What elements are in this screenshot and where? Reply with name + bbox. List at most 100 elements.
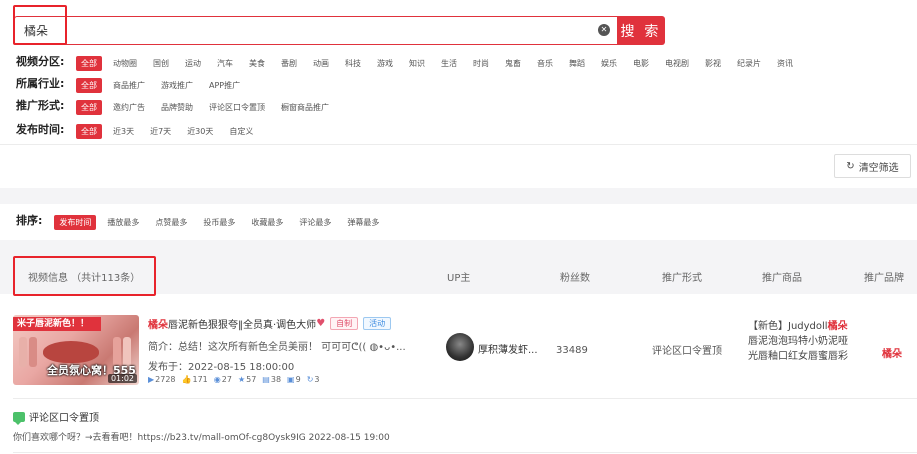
promo-form-value: 评论区口令置顶: [652, 346, 722, 357]
divider: [0, 144, 917, 145]
video-thumbnail[interactable]: 米子唇泥新色！！ 全员氛心窝！555 01:02: [13, 315, 139, 385]
promo-option[interactable]: 评论区口令置顶: [204, 100, 270, 115]
search-input[interactable]: [14, 16, 617, 45]
clear-search-icon[interactable]: ✕: [598, 24, 610, 36]
industry-option[interactable]: APP推广: [204, 78, 245, 93]
stat-share: ↻3: [306, 375, 320, 384]
goods-keyword: 橘朵: [827, 321, 848, 332]
zone-option[interactable]: 动画: [308, 56, 334, 71]
zone-option[interactable]: 国创: [148, 56, 174, 71]
zone-option[interactable]: 电影: [628, 56, 654, 71]
filter-publish-time: 发布时间: 全部 近3天 近7天 近30天 自定义: [16, 121, 264, 139]
brand-name: 橘朵: [882, 349, 902, 360]
share-icon: ↻: [306, 375, 314, 384]
zone-option[interactable]: 美食: [244, 56, 270, 71]
header-highlight-box: [13, 256, 156, 296]
video-title[interactable]: 橘朵 唇泥新色狠狠夸‖全员真·调色大师 ♥ 自制 活动: [148, 316, 392, 331]
tag-self-made: 自制: [330, 317, 359, 330]
zone-option[interactable]: 番剧: [276, 56, 302, 71]
industry-option[interactable]: 全部: [76, 78, 102, 93]
filter-label: 视频分区:: [16, 55, 65, 68]
time-option[interactable]: 近7天: [145, 124, 176, 139]
divider: [13, 398, 917, 399]
like-icon: 👍: [181, 375, 192, 384]
stat-like: 👍171: [181, 375, 208, 384]
divider: [13, 452, 917, 453]
danmaku-icon: ▤: [262, 375, 270, 384]
coin-icon: ◉: [213, 375, 221, 384]
stat-fav: ★57: [237, 375, 257, 384]
heart-icon: ♥: [316, 318, 326, 329]
stat-danmaku: ▤38: [262, 375, 282, 384]
promo-option[interactable]: 邀约广告: [108, 100, 150, 115]
video-stats: ▶2728 👍171 ◉27 ★57 ▤38 ▣9 ↻3: [148, 375, 320, 384]
zone-option[interactable]: 舞蹈: [564, 56, 590, 71]
refresh-icon: ↻: [846, 160, 855, 172]
sort-option[interactable]: 播放最多: [102, 215, 144, 230]
star-icon: ★: [237, 375, 246, 384]
zone-option[interactable]: 汽车: [212, 56, 238, 71]
zone-option[interactable]: 科技: [340, 56, 366, 71]
title-keyword: 橘朵: [148, 320, 168, 331]
title-text: 唇泥新色狠狠夸‖全员真·调色大师: [168, 320, 317, 331]
zone-option[interactable]: 鬼畜: [500, 56, 526, 71]
time-option[interactable]: 自定义: [224, 124, 258, 139]
section-gap: [0, 240, 917, 256]
comment-icon: ▣: [287, 375, 295, 384]
tag-activity: 活动: [363, 317, 392, 330]
filter-label: 所属行业:: [16, 77, 65, 90]
zone-option[interactable]: 游戏: [372, 56, 398, 71]
play-icon: ▶: [148, 375, 155, 384]
pinned-comment-body: 你们喜欢哪个呀？→去看看吧！https://b23.tv/mall-omOf-c…: [13, 433, 390, 443]
zone-option[interactable]: 纪录片: [732, 56, 766, 71]
video-duration: 01:02: [107, 374, 137, 383]
publish-time: 发布于：2022-08-15 18:00:00: [148, 362, 295, 373]
sort-option[interactable]: 弹幕最多: [342, 215, 384, 230]
promo-option[interactable]: 全部: [76, 100, 102, 115]
section-gap: [0, 188, 917, 204]
zone-option[interactable]: 动物圈: [108, 56, 142, 71]
pinned-comment-label: 评论区口令置顶: [29, 413, 99, 424]
filter-label: 发布时间:: [16, 123, 65, 136]
search-button[interactable]: 搜 索: [617, 16, 665, 45]
time-option[interactable]: 近3天: [108, 124, 139, 139]
search-highlight-box: [13, 5, 67, 45]
promo-option[interactable]: 橱窗商品推广: [276, 100, 334, 115]
up-name[interactable]: 厚积薄发虾...: [478, 341, 538, 356]
video-description: 简介：总结！这次所有新色全员美丽！ 可可可ᕦ(( ◍•ᴗ•...: [148, 342, 406, 353]
search-bar: ✕ 搜 索: [14, 16, 665, 45]
zone-option[interactable]: 时尚: [468, 56, 494, 71]
zone-option[interactable]: 资讯: [772, 56, 798, 71]
lipstick-tube: [29, 337, 37, 367]
col-promo-form: 推广形式: [662, 273, 702, 284]
zone-option[interactable]: 音乐: [532, 56, 558, 71]
zone-option[interactable]: 全部: [76, 56, 102, 71]
sort-option[interactable]: 评论最多: [294, 215, 336, 230]
zone-option[interactable]: 生活: [436, 56, 462, 71]
industry-option[interactable]: 商品推广: [108, 78, 150, 93]
stat-comment: ▣9: [287, 375, 301, 384]
zone-option[interactable]: 知识: [404, 56, 430, 71]
goods-prefix: 【新色】Judydoll: [748, 321, 828, 332]
goods-name[interactable]: 【新色】Judydoll橘朵唇泥泡泡玛特小奶泥哑光唇釉口红女唇蜜唇彩: [748, 319, 848, 364]
sort-option[interactable]: 发布时间: [54, 215, 97, 230]
fans-count: 33489: [556, 345, 588, 356]
sort-option[interactable]: 收藏最多: [246, 215, 288, 230]
clear-filters-button[interactable]: ↻ 清空筛选: [834, 154, 911, 178]
zone-option[interactable]: 娱乐: [596, 56, 622, 71]
stat-coin: ◉27: [213, 375, 232, 384]
industry-option[interactable]: 游戏推广: [156, 78, 198, 93]
promo-option[interactable]: 品牌赞助: [156, 100, 198, 115]
filter-label: 推广形式:: [16, 99, 65, 112]
time-option[interactable]: 全部: [76, 124, 102, 139]
sort-bar: 排序: 发布时间 播放最多 点赞最多 投币最多 收藏最多 评论最多 弹幕最多: [16, 212, 390, 230]
sort-option[interactable]: 投币最多: [198, 215, 240, 230]
zone-option[interactable]: 运动: [180, 56, 206, 71]
time-option[interactable]: 近30天: [182, 124, 218, 139]
filter-promo-form: 推广形式: 全部 邀约广告 品牌赞助 评论区口令置顶 橱窗商品推广: [16, 97, 340, 115]
zone-option[interactable]: 影视: [700, 56, 726, 71]
chat-icon: [13, 411, 25, 425]
zone-option[interactable]: 电视剧: [660, 56, 694, 71]
sort-option[interactable]: 点赞最多: [150, 215, 192, 230]
avatar[interactable]: [446, 333, 474, 361]
